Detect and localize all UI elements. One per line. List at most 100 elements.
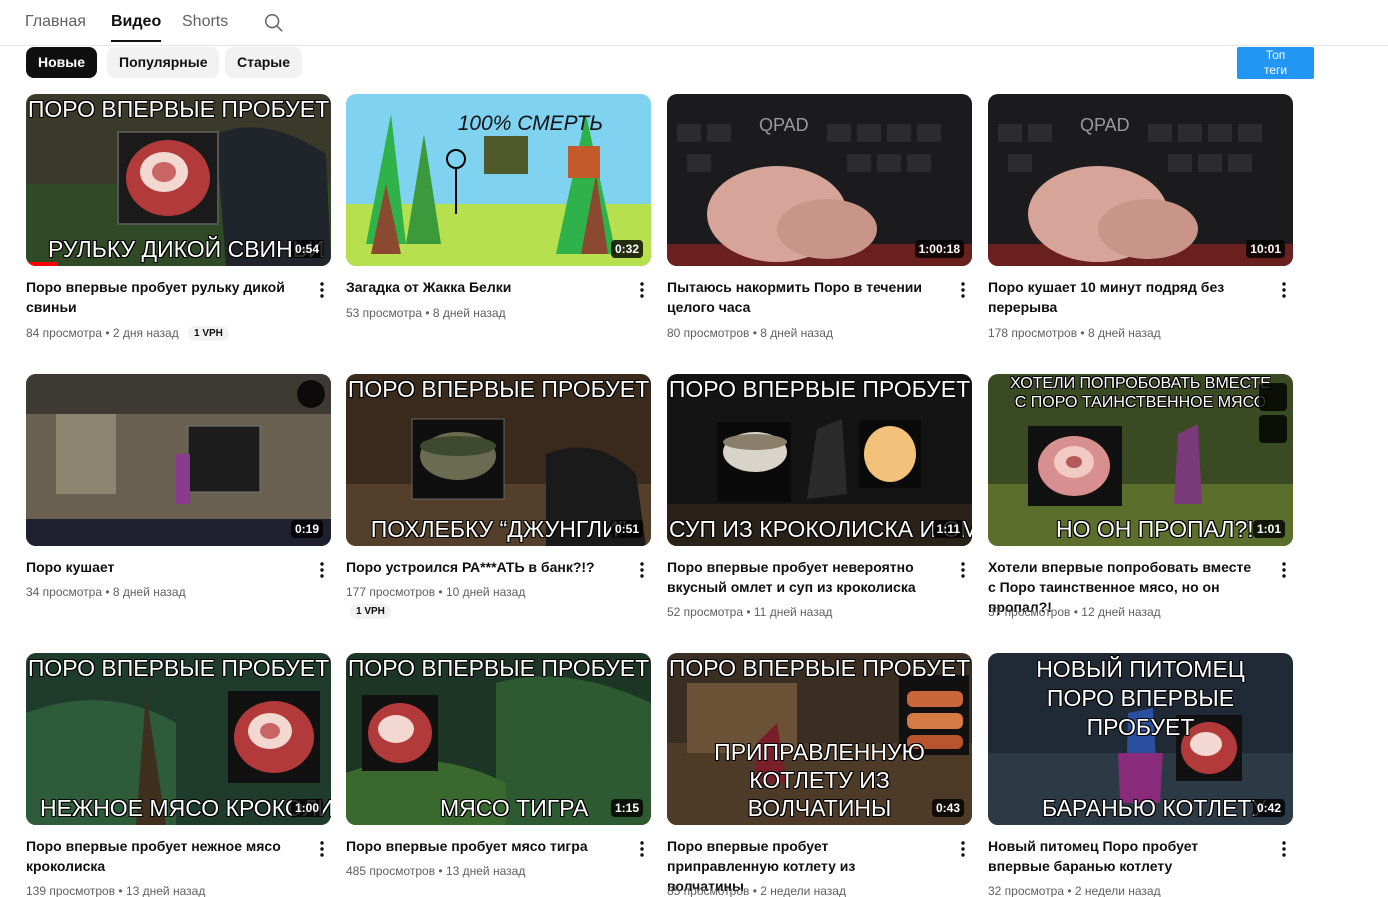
watch-later-icon[interactable] bbox=[1259, 383, 1287, 411]
video-meta: 34 просмотра • 8 дней назад bbox=[26, 585, 186, 599]
more-vert-icon[interactable] bbox=[632, 839, 652, 859]
video-card: ПОРО ВПЕРВЫЕ ПРОБУЕТ СУП ИЗ КРОКОЛИСКА И… bbox=[667, 374, 972, 619]
video-card: 0:19 Поро кушает 34 просмотра • 8 дней н… bbox=[26, 374, 331, 599]
thumbnail-caption-top: ПОРО ВПЕРВЫЕ ПРОБУЕТ bbox=[347, 655, 650, 681]
add-to-queue-icon[interactable] bbox=[1259, 415, 1287, 443]
video-title[interactable]: Поро кушает bbox=[26, 557, 294, 577]
video-title[interactable]: Поро впервые пробует нежное мясо кроколи… bbox=[26, 836, 294, 876]
thumbnail-caption-top: ПОРО ВПЕРВЫЕ ПРОБУЕТ bbox=[668, 376, 971, 402]
thumbnail-caption-top: ПОРО ВПЕРВЫЕ ПРОБУЕТ bbox=[27, 96, 330, 122]
video-thumbnail[interactable]: ПОРО ВПЕРВЫЕ ПРОБУЕТ ПОХЛЕБКУ “ДЖУНГЛИ” … bbox=[346, 374, 651, 546]
more-vert-icon[interactable] bbox=[632, 560, 652, 580]
video-meta: 177 просмотров • 10 дней назад bbox=[346, 585, 526, 599]
video-thumbnail[interactable]: QPAD 1:00:18 bbox=[667, 94, 972, 266]
more-vert-icon[interactable] bbox=[312, 839, 332, 859]
video-card: ХОТЕЛИ ПОПРОБОВАТЬ ВМЕСТЕ С ПОРО ТАИНСТВ… bbox=[988, 374, 1293, 619]
more-vert-icon[interactable] bbox=[1274, 560, 1294, 580]
search-icon[interactable] bbox=[263, 12, 285, 34]
video-card: QPAD 1:00:18 Пытаюсь накормить Поро в те… bbox=[667, 94, 972, 340]
video-title[interactable]: Новый питомец Поро пробует впервые баран… bbox=[988, 836, 1256, 876]
video-title[interactable]: Поро устроился РА***АТЬ в банк?!? bbox=[346, 557, 614, 577]
thumbnail-caption-top: 100% СМЕРТЬ bbox=[457, 112, 603, 135]
video-title[interactable]: Поро впервые пробует невероятно вкусный … bbox=[667, 557, 935, 597]
video-thumbnail[interactable]: QPAD 10:01 bbox=[988, 94, 1293, 266]
thumbnail-caption-bottom: НЕЖНОЕ МЯСО КРОКОЛИСКА bbox=[40, 795, 331, 821]
more-vert-icon[interactable] bbox=[1274, 280, 1294, 300]
video-meta: 53 просмотра • 8 дней назад bbox=[346, 306, 506, 320]
video-thumbnail[interactable]: ХОТЕЛИ ПОПРОБОВАТЬ ВМЕСТЕ С ПОРО ТАИНСТВ… bbox=[988, 374, 1293, 546]
thumbnail-caption-top: НОВЫЙ ПИТОМЕЦ ПОРО ВПЕРВЫЕ ПРОБУЕТ bbox=[1036, 656, 1245, 740]
video-meta: 485 просмотров • 13 дней назад bbox=[346, 864, 526, 878]
video-title[interactable]: Загадка от Жакка Белки bbox=[346, 277, 614, 297]
video-card: 100% СМЕРТЬ 0:32 Загадка от Жакка Белки … bbox=[346, 94, 651, 320]
thumbnail-caption-bottom: ПОХЛЕБКУ “ДЖУНГЛИ” bbox=[370, 516, 627, 542]
video-thumbnail[interactable]: 0:19 bbox=[26, 374, 331, 546]
more-vert-icon[interactable] bbox=[632, 280, 652, 300]
video-card: ПОРО ВПЕРВЫЕ ПРОБУЕТ МЯСО ТИГРА 1:15 Пор… bbox=[346, 653, 651, 878]
video-meta: 80 просмотров • 8 дней назад bbox=[667, 326, 833, 340]
vph-badge: 1 VPH bbox=[188, 326, 229, 341]
video-duration: 0:42 bbox=[1252, 799, 1285, 817]
video-meta: 178 просмотров • 8 дней назад bbox=[988, 326, 1161, 340]
video-thumbnail[interactable]: ПОРО ВПЕРВЫЕ ПРОБУЕТ ПРИПРАВЛЕННУЮ КОТЛЕ… bbox=[667, 653, 972, 825]
thumbnail-caption-bottom: ПРИПРАВЛЕННУЮ КОТЛЕТУ ИЗ ВОЛЧАТИНЫ bbox=[714, 739, 925, 821]
thumbnail-caption-top: QPAD bbox=[759, 115, 809, 135]
thumbnail-caption-bottom: МЯСО ТИГРА bbox=[440, 795, 589, 821]
video-duration: 0:51 bbox=[610, 520, 643, 538]
video-thumbnail[interactable]: ПОРО ВПЕРВЫЕ ПРОБУЕТ НЕЖНОЕ МЯСО КРОКОЛИ… bbox=[26, 653, 331, 825]
video-thumbnail[interactable]: ПОРО ВПЕРВЫЕ ПРОБУЕТ РУЛЬКУ ДИКОЙ СВИНЬИ… bbox=[26, 94, 331, 266]
tab-shorts[interactable]: Shorts bbox=[182, 13, 228, 31]
thumbnail-caption-bottom: СУП ИЗ КРОКОЛИСКА И ОМЛЕТ bbox=[669, 516, 972, 542]
thumbnail-caption-top: ПОРО ВПЕРВЫЕ ПРОБУЕТ bbox=[347, 376, 650, 402]
thumbnail-caption-bottom: РУЛЬКУ ДИКОЙ СВИНЬИ bbox=[48, 236, 325, 262]
video-thumbnail[interactable]: НОВЫЙ ПИТОМЕЦ ПОРО ВПЕРВЫЕ ПРОБУЕТ БАРАН… bbox=[988, 653, 1293, 825]
top-tags-line1: Топ bbox=[1265, 48, 1286, 62]
more-vert-icon[interactable] bbox=[953, 280, 973, 300]
video-duration: 0:19 bbox=[290, 520, 323, 538]
video-meta: 85 просмотров • 2 недели назад bbox=[667, 884, 846, 897]
video-meta: 32 просмотра • 2 недели назад bbox=[988, 884, 1161, 897]
video-title[interactable]: Пытаюсь накормить Поро в течении целого … bbox=[667, 277, 935, 317]
video-thumbnail[interactable]: 100% СМЕРТЬ 0:32 bbox=[346, 94, 651, 266]
thumbnail-caption-top: ХОТЕЛИ ПОПРОБОВАТЬ ВМЕСТЕ С ПОРО ТАИНСТВ… bbox=[1010, 375, 1271, 411]
more-vert-icon[interactable] bbox=[312, 280, 332, 300]
top-tags-line2: теги bbox=[1263, 63, 1288, 77]
video-duration: 1:01 bbox=[1252, 520, 1285, 538]
video-duration: 1:00:18 bbox=[914, 240, 964, 258]
chip-popular[interactable]: Популярные bbox=[107, 47, 220, 78]
top-tags-button[interactable]: Топ теги bbox=[1237, 47, 1314, 79]
thumbnail-caption-top: QPAD bbox=[1080, 115, 1130, 135]
video-meta: 37 просмотров • 12 дней назад bbox=[988, 605, 1161, 619]
tab-videos[interactable]: Видео bbox=[111, 13, 162, 42]
video-card: ПОРО ВПЕРВЫЕ ПРОБУЕТ ПРИПРАВЛЕННУЮ КОТЛЕ… bbox=[667, 653, 972, 897]
video-duration: 1:00 bbox=[290, 799, 323, 817]
video-duration: 1:15 bbox=[610, 799, 643, 817]
video-title[interactable]: Поро впервые пробует мясо тигра bbox=[346, 836, 614, 856]
video-title[interactable]: Поро впервые пробует рульку дикой свиньи bbox=[26, 277, 294, 317]
video-title[interactable]: Поро кушает 10 минут подряд без перерыва bbox=[988, 277, 1256, 317]
play-overlay-icon[interactable] bbox=[297, 380, 325, 408]
thumbnail-caption-bottom: НО ОН ПРОПАЛ?! bbox=[1056, 516, 1254, 542]
tab-home[interactable]: Главная bbox=[25, 13, 86, 31]
thumbnail-caption-top: ПОРО ВПЕРВЫЕ ПРОБУЕТ bbox=[668, 655, 971, 681]
chip-new[interactable]: Новые bbox=[26, 47, 98, 78]
more-vert-icon[interactable] bbox=[312, 560, 332, 580]
channel-tabs: Главная Видео Shorts bbox=[0, 0, 1388, 46]
video-card: ПОРО ВПЕРВЫЕ ПРОБУЕТ РУЛЬКУ ДИКОЙ СВИНЬИ… bbox=[26, 94, 331, 341]
watch-progress-bar bbox=[26, 262, 58, 266]
chip-old[interactable]: Старые bbox=[225, 47, 303, 78]
video-duration: 10:01 bbox=[1246, 240, 1285, 258]
video-card: НОВЫЙ ПИТОМЕЦ ПОРО ВПЕРВЫЕ ПРОБУЕТ БАРАН… bbox=[988, 653, 1293, 897]
video-card: ПОРО ВПЕРВЫЕ ПРОБУЕТ ПОХЛЕБКУ “ДЖУНГЛИ” … bbox=[346, 374, 651, 619]
video-thumbnail[interactable]: ПОРО ВПЕРВЫЕ ПРОБУЕТ МЯСО ТИГРА 1:15 bbox=[346, 653, 651, 825]
thumbnail-caption-bottom: БАРАНЬЮ КОТЛЕТУ bbox=[1042, 795, 1267, 821]
video-thumbnail[interactable]: ПОРО ВПЕРВЫЕ ПРОБУЕТ СУП ИЗ КРОКОЛИСКА И… bbox=[667, 374, 972, 546]
video-meta: 52 просмотра • 11 дней назад bbox=[667, 605, 833, 619]
more-vert-icon[interactable] bbox=[1274, 839, 1294, 859]
video-meta: 139 просмотров • 13 дней назад bbox=[26, 884, 206, 897]
video-card: ПОРО ВПЕРВЫЕ ПРОБУЕТ НЕЖНОЕ МЯСО КРОКОЛИ… bbox=[26, 653, 331, 897]
more-vert-icon[interactable] bbox=[953, 560, 973, 580]
video-duration: 1:11 bbox=[932, 520, 964, 538]
more-vert-icon[interactable] bbox=[953, 839, 973, 859]
video-meta: 84 просмотра • 2 дня назад bbox=[26, 326, 179, 340]
